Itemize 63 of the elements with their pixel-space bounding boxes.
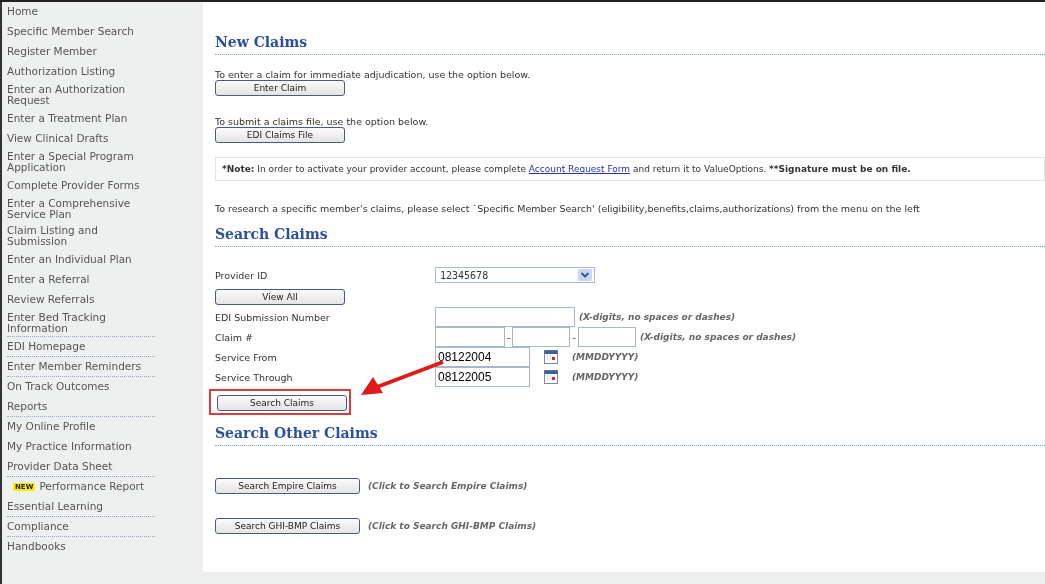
input-field[interactable] (577, 327, 636, 347)
sidebar-item[interactable]: View Clinical Drafts (7, 133, 109, 144)
sidebar-item[interactable]: Reports (7, 401, 48, 412)
sidebar-item[interactable]: EDI Homepage (7, 341, 86, 352)
field-label: Service From (215, 351, 278, 363)
sidebar-item[interactable]: Home (7, 6, 38, 17)
view-all-button[interactable]: View All (215, 289, 345, 305)
sidebar-item[interactable]: Essential Learning (7, 501, 103, 512)
sidebar-item[interactable]: Enter an Individual Plan (7, 254, 132, 265)
sidebar-item[interactable]: Enter Bed Tracking Information (7, 312, 155, 334)
sidebar-item[interactable]: Enter a Comprehensive Service Plan (7, 198, 155, 220)
sidebar-item[interactable]: Performance Report (39, 481, 145, 492)
sidebar-item[interactable]: Provider Data Sheet (7, 461, 113, 472)
sidebar-item[interactable]: Specific Member Search (7, 26, 134, 37)
input-field[interactable] (435, 327, 505, 347)
sidebar-item[interactable]: Enter a Treatment Plan (7, 113, 128, 124)
sidebar-item[interactable]: Enter a Referral (7, 274, 90, 285)
calendar-icon[interactable] (544, 370, 558, 384)
sidebar-item[interactable]: My Online Profile (7, 421, 96, 432)
note-text: *Note: In order to activate your provider account, please complete Account Request Form and return it to ValueOptions. **Signature must be on file. (222, 164, 911, 174)
sidebar-item[interactable]: Review Referrals (7, 294, 95, 305)
hint-text: (MMDDYYYY) (572, 372, 639, 382)
sidebar-item[interactable]: On Track Outcomes (7, 381, 110, 392)
hint-text: (X-digits, no spaces or dashes) (639, 332, 796, 342)
section-heading: Search Claims (215, 226, 1045, 247)
calendar-icon[interactable] (544, 350, 558, 364)
hint-text: (MMDDYYYY) (572, 352, 639, 362)
option-button[interactable]: Search Empire Claims (215, 478, 360, 494)
field-label: Provider ID (215, 269, 269, 281)
hint-text: (X-digits, no spaces or dashes) (579, 312, 736, 322)
option-button[interactable]: EDI Claims File (215, 127, 345, 143)
section-heading: New Claims (215, 34, 1045, 55)
sidebar-item[interactable]: Compliance (7, 521, 69, 532)
sidebar-item[interactable]: Enter a Special Program Application (7, 151, 155, 173)
section-heading: Search Other Claims (215, 425, 1045, 446)
field-label: Claim # (215, 331, 254, 343)
input-field[interactable] (512, 327, 571, 347)
sidebar-item[interactable]: Complete Provider Forms (7, 180, 140, 191)
sidebar-item[interactable]: Claim Listing and Submission (7, 225, 155, 247)
option-button[interactable]: Enter Claim (215, 80, 345, 96)
sidebar-item[interactable]: Handbooks (7, 541, 66, 552)
sidebar-item[interactable]: Enter an Authorization Request (7, 84, 155, 106)
instruction-text: To enter a claim for immediate adjudication, use the option below. (215, 69, 532, 80)
date-field[interactable]: 08122005 (435, 367, 530, 387)
date-field[interactable]: 08122004 (435, 347, 530, 367)
hint-text: (Click to Search GHI-BMP Claims) (368, 521, 537, 531)
sidebar-item[interactable]: Register Member (7, 46, 97, 57)
instruction-text: To submit a claims file, use the option below. (215, 116, 430, 127)
search-claims-button[interactable]: Search Claims (217, 395, 347, 411)
provider-id-dropdown[interactable]: 12345678 (435, 267, 595, 283)
field-label: Service Through (215, 371, 294, 383)
field-label: EDI Submission Number (215, 311, 331, 323)
input-field[interactable] (435, 307, 575, 327)
dash-separator: - (572, 331, 576, 343)
chevron-down-icon (578, 269, 592, 281)
dash-separator: - (507, 331, 511, 343)
sidebar-item[interactable]: My Practice Information (7, 441, 132, 452)
sidebar-item[interactable]: Authorization Listing (7, 66, 116, 77)
account-request-link[interactable]: Account Request Form (528, 164, 631, 174)
option-button[interactable]: Search GHI-BMP Claims (215, 518, 360, 534)
sidebar-item[interactable]: Enter Member Reminders (7, 361, 142, 372)
instruction-text: To research a specific member's claims, please select `Specific Member Search' (eligibility,benefits,claims,authorizations) from the menu on the left (215, 203, 921, 214)
hint-text: (Click to Search Empire Claims) (368, 481, 528, 491)
